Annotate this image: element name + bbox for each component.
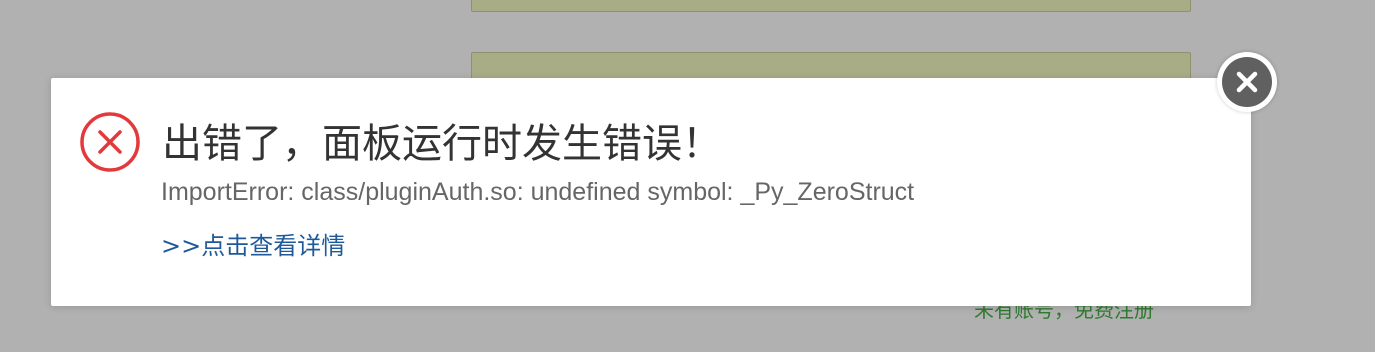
error-dialog: 出错了，面板运行时发生错误！ ImportError: class/plugin… bbox=[51, 78, 1251, 306]
error-message: ImportError: class/pluginAuth.so: undefi… bbox=[161, 178, 915, 206]
background-input-field bbox=[471, 0, 1191, 12]
close-icon bbox=[1222, 57, 1272, 107]
dialog-title: 出错了，面板运行时发生错误！ bbox=[162, 121, 722, 167]
close-button[interactable] bbox=[1217, 52, 1277, 112]
error-circle-icon bbox=[80, 112, 140, 172]
view-details-link[interactable]: >>点击查看详情 bbox=[161, 226, 345, 261]
